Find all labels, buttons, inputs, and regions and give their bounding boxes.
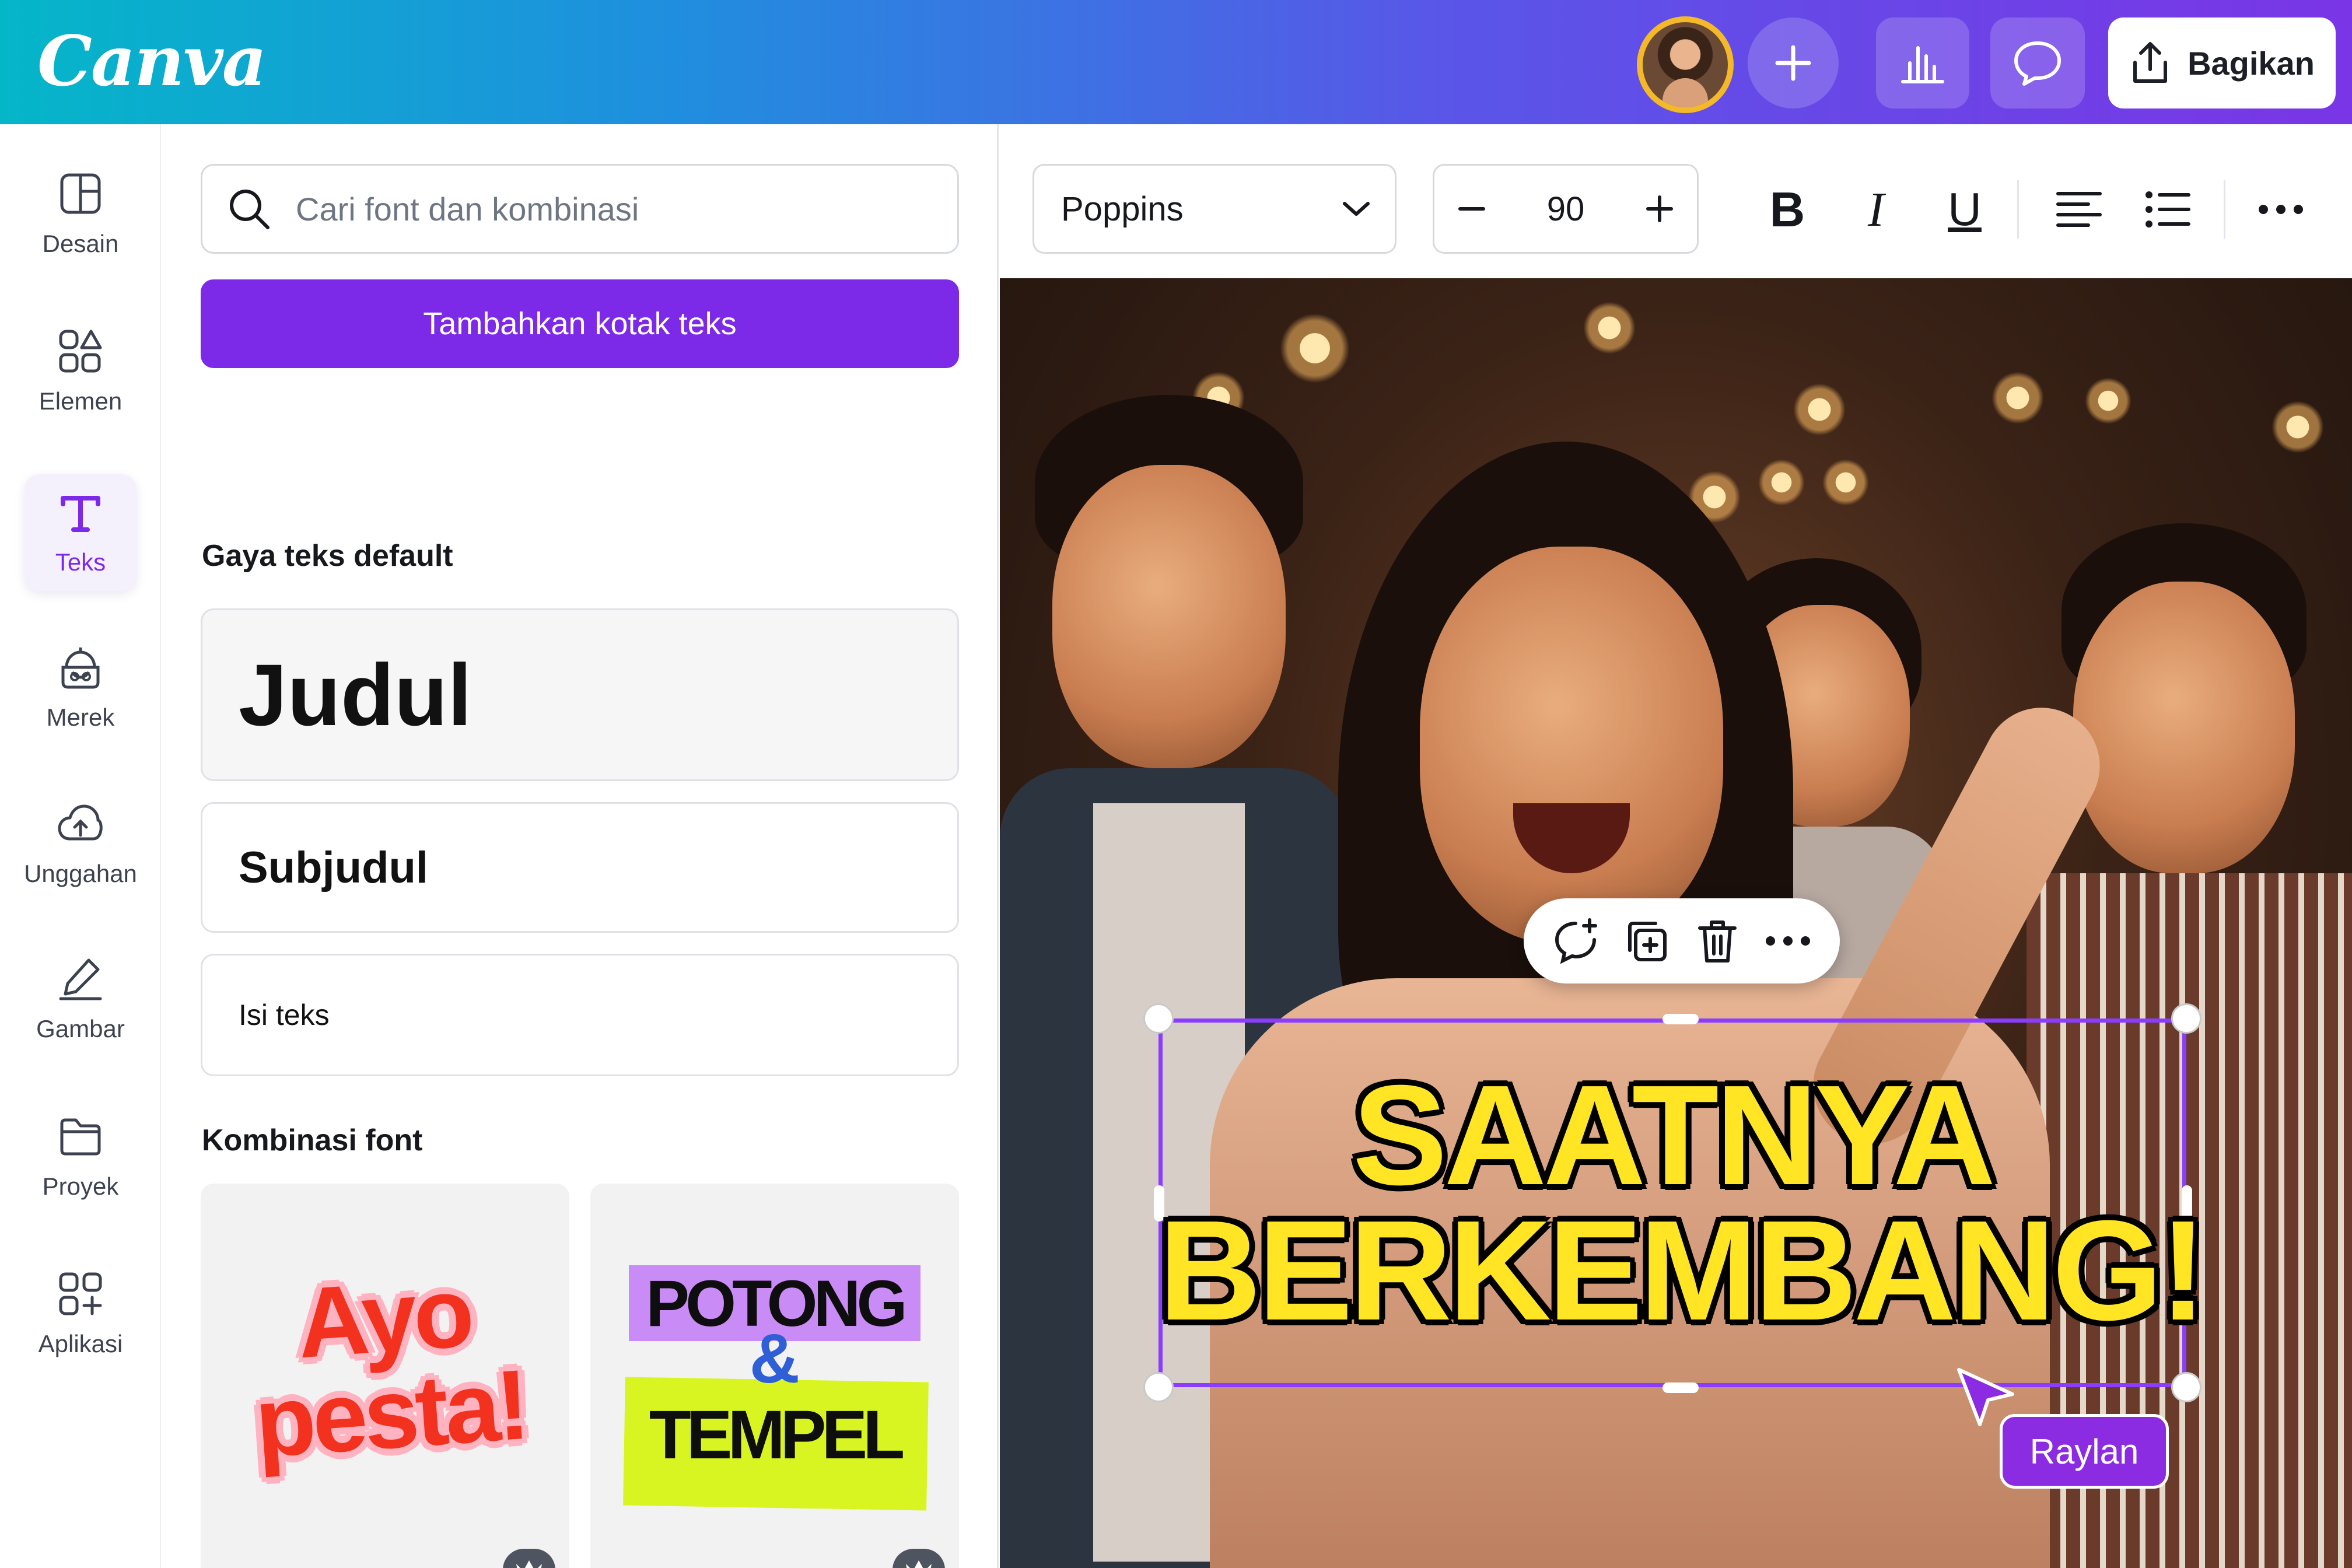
comments-button[interactable] [1990,18,2085,108]
more-options-button[interactable] [2252,180,2310,239]
share-button[interactable]: Bagikan [2108,18,2336,108]
bullet-list-icon [2146,191,2190,228]
rail-item-draw[interactable]: Gambar [24,941,136,1058]
duplicate-icon[interactable] [1622,916,1671,965]
crown-icon [516,1560,542,1568]
combo-cut-line3: TEMPEL [649,1396,905,1474]
rail-item-design[interactable]: Desain [24,156,136,272]
search-icon [230,190,270,229]
share-label: Bagikan [2188,44,2315,82]
body-style-label: Isi teks [239,999,330,1031]
cloud-upload-icon [58,804,103,841]
rail-label: Gambar [36,1015,125,1042]
list-button[interactable] [2138,180,2197,239]
headline-line-1: SAATNYA [1352,1055,1996,1214]
font-combo-party[interactable]: Ayo pesta! [201,1184,569,1568]
rail-item-elements[interactable]: Elemen [24,313,136,430]
toolbar-divider [2017,180,2019,239]
folder-icon [60,1118,101,1156]
analytics-icon [1901,46,1944,83]
crown-icon [906,1560,932,1568]
combo-party-line2: pesta! [251,1349,530,1479]
element-context-toolbar [1524,898,1840,984]
font-combo-cut-paste[interactable]: POTONG & TEMPEL [590,1184,959,1568]
more-dots-icon [2259,205,2303,214]
insights-button[interactable] [1876,18,1969,108]
rail-label: Unggahan [24,860,137,887]
apps-icon [59,1272,102,1315]
rail-item-apps[interactable]: Aplikasi [24,1256,136,1373]
comment-icon [2014,41,2061,86]
avatar-photo [1643,22,1728,107]
resize-handle-top[interactable] [1662,1014,1699,1024]
combo-party-text: Ayo pesta! [223,1256,551,1479]
rail-label: Elemen [38,387,123,415]
rail-item-brand[interactable]: Merek [24,629,136,746]
text-toolbar: Poppins 90 B I U [1000,124,2352,277]
search-placeholder: Cari font dan kombinasi [296,190,639,228]
bold-button[interactable]: B [1758,180,1817,239]
resize-handle-bottom[interactable] [1662,1382,1699,1393]
rail-label: Proyek [42,1172,119,1200]
text-panel: Cari font dan kombinasi Tambahkan kotak … [162,124,999,1568]
text-icon [61,496,100,532]
font-size-stepper[interactable]: 90 [1433,164,1699,254]
brand-icon [61,648,100,689]
user-avatar[interactable] [1637,16,1734,113]
more-dots-icon[interactable] [1763,934,1812,948]
rail-label: Merek [46,704,115,731]
string-light [1583,302,1636,354]
align-left-icon [2056,192,2102,227]
top-bar: Canva Bagikan [0,0,2352,124]
subheading-style-card[interactable]: Subjudul [201,802,959,933]
heading-style-label: Judul [239,645,472,744]
headline-text[interactable]: SAATNYA BERKEMBANG! [1158,1055,2207,1350]
underline-button[interactable]: U [1936,180,1994,239]
string-light [2085,377,2132,424]
trash-icon[interactable] [1693,916,1742,965]
font-family-dropdown[interactable]: Poppins [1032,164,1396,254]
font-search-input[interactable]: Cari font dan kombinasi [201,164,959,254]
rail-label: Aplikasi [38,1330,123,1357]
add-collaborator-button[interactable] [1748,18,1839,108]
body-style-card[interactable]: Isi teks [201,954,959,1076]
string-light [1280,313,1350,383]
plus-icon [1775,45,1811,81]
add-comment-icon[interactable] [1551,916,1600,965]
rail-label: Teks [55,548,106,576]
resize-handle-bottom-right[interactable] [2171,1372,2202,1402]
resize-handle-bottom-left[interactable] [1143,1372,1174,1402]
string-light [2272,401,2324,453]
collaborator-name-tag: Raylan [2000,1414,2169,1489]
headline-line-2: BERKEMBANG! [1158,1191,2207,1350]
shapes-icon [59,330,102,373]
layout-icon [60,173,101,214]
combo-cut-line2: & [749,1320,800,1398]
premium-crown-badge [503,1549,555,1568]
decrease-size-icon[interactable] [1455,192,1488,225]
resize-handle-top-left[interactable] [1143,1003,1174,1034]
share-upload-icon [2133,42,2168,83]
rail-item-projects[interactable]: Proyek [24,1098,136,1215]
side-rail: Desain Elemen Teks Merek Unggahan Gambar… [0,124,161,1568]
align-button[interactable] [2050,180,2108,239]
resize-handle-top-right[interactable] [2171,1003,2202,1034]
premium-crown-badge [892,1549,945,1568]
font-size-value[interactable]: 90 [1547,190,1585,229]
add-text-box-button[interactable]: Tambahkan kotak teks [201,279,959,368]
heading-style-card[interactable]: Judul [201,608,959,781]
italic-button[interactable]: I [1847,180,1905,239]
font-combinations-title: Kombinasi font [202,1124,423,1157]
rail-label: Desain [42,230,119,257]
rail-item-text[interactable]: Teks [24,474,136,591]
subheading-style-label: Subjudul [239,842,429,892]
rail-item-uploads[interactable]: Unggahan [24,786,137,902]
draw-icon [59,958,102,1000]
default-styles-title: Gaya teks default [202,539,453,573]
canva-logo[interactable]: Canva [37,18,267,105]
toolbar-divider [2224,180,2225,239]
increase-size-icon[interactable] [1643,192,1676,225]
chevron-down-icon [1343,202,1370,216]
font-family-value: Poppins [1061,190,1184,228]
